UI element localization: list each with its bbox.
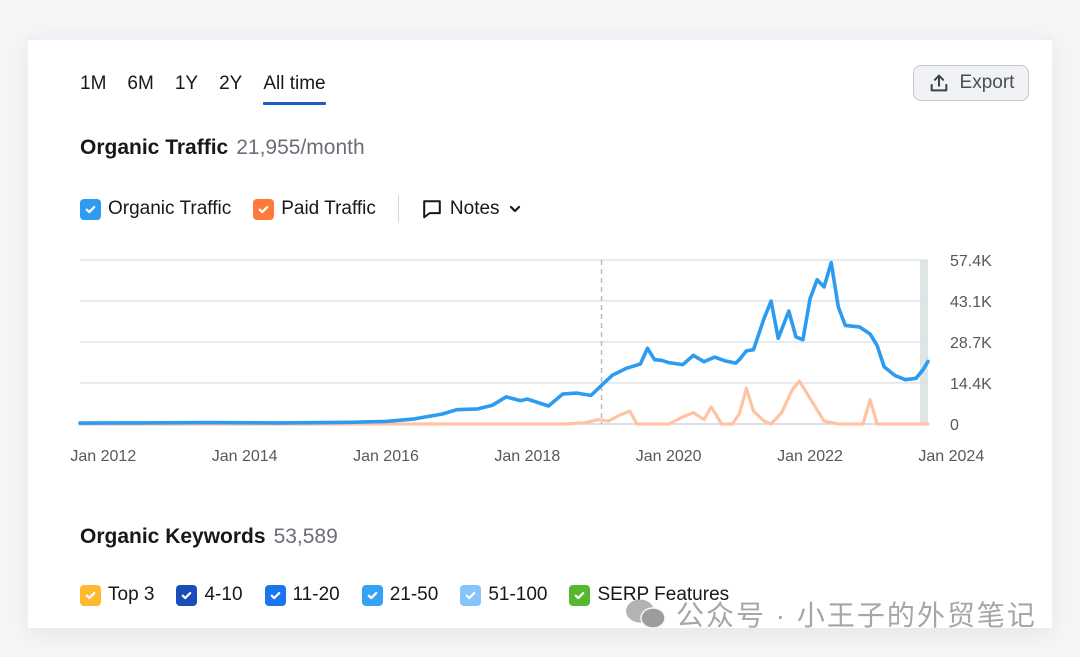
legend-keyword-11-20[interactable]: 11-20 <box>264 584 340 606</box>
comment-icon <box>423 200 441 219</box>
x-tick-label: Jan 2024 <box>918 448 984 465</box>
legend-label: Paid Traffic <box>281 198 376 219</box>
legend-label: 21-50 <box>389 584 439 605</box>
tab-all-time[interactable]: All time <box>263 73 326 105</box>
notes-dropdown[interactable]: Notes <box>421 198 522 220</box>
tab-2y[interactable]: 2Y <box>219 73 242 101</box>
tab-6m[interactable]: 6M <box>127 73 153 101</box>
legend-keyword-51-100[interactable]: 51-100 <box>460 584 547 606</box>
checkbox-checked-icon[interactable] <box>460 584 482 606</box>
traffic-card: 1M 6M 1Y 2Y All time Export Organic Traffic 2… <box>28 35 1052 628</box>
period-tabs: 1M 6M 1Y 2Y All time <box>80 73 347 105</box>
checkbox-checked-icon[interactable] <box>80 198 101 220</box>
organic-keywords-title: Organic Keywords <box>80 525 266 548</box>
y-tick-label: 0 <box>950 417 959 434</box>
tab-1y[interactable]: 1Y <box>175 73 198 101</box>
legend-label: Organic Traffic <box>108 198 232 219</box>
checkbox-checked-icon[interactable] <box>176 584 198 606</box>
series-paid-traffic-line <box>78 379 930 426</box>
checkbox-checked-icon[interactable] <box>80 584 101 606</box>
legend-paid-traffic[interactable]: Paid Traffic <box>253 198 376 220</box>
x-tick-label: Jan 2016 <box>353 448 419 465</box>
organic-traffic-heading: Organic Traffic 21,955/month <box>80 136 365 160</box>
x-tick-label: Jan 2020 <box>636 448 702 465</box>
export-label: Export <box>959 72 1015 93</box>
x-tick-label: Jan 2022 <box>777 448 843 465</box>
organic-keywords-value: 53,589 <box>273 525 338 548</box>
checkbox-checked-icon[interactable] <box>569 584 591 606</box>
notes-label: Notes <box>449 198 500 219</box>
legend-label: 51-100 <box>488 584 548 605</box>
y-tick-label: 14.4K <box>950 376 992 393</box>
x-tick-label: Jan 2012 <box>70 448 136 465</box>
upload-icon <box>930 74 947 92</box>
traffic-legend: Organic Traffic Paid Traffic Notes <box>80 195 522 223</box>
series-organic-traffic-line <box>78 260 930 425</box>
organic-traffic-value: 21,955/month <box>236 136 365 159</box>
legend-label: 11-20 <box>292 584 340 605</box>
watermark-text: 公众号 · 小王子的外贸笔记 <box>676 600 1037 631</box>
y-tick-label: 57.4K <box>950 253 992 270</box>
card-top-bar <box>28 35 1052 40</box>
x-tick-label: Jan 2018 <box>494 448 560 465</box>
watermark: 公众号 · 小王子的外贸笔记 <box>624 594 1037 634</box>
organic-traffic-title: Organic Traffic <box>80 136 229 159</box>
legend-divider <box>397 195 399 223</box>
organic-traffic-chart[interactable]: 0 14.4K 28.7K 43.1K 57.4K Jan 2012 Jan 2014 Jan… <box>28 240 1052 480</box>
checkbox-checked-icon[interactable] <box>361 584 383 606</box>
legend-keyword-21-50[interactable]: 21-50 <box>361 584 439 606</box>
legend-label: Top 3 <box>108 584 155 605</box>
chevron-down-icon <box>509 205 520 213</box>
legend-keyword-4-10[interactable]: 4-10 <box>176 584 243 606</box>
export-button[interactable]: Export <box>913 65 1029 101</box>
tab-1m[interactable]: 1M <box>80 73 106 101</box>
organic-keywords-heading: Organic Keywords 53,589 <box>80 525 338 549</box>
y-tick-label: 28.7K <box>950 335 992 352</box>
legend-label: 4-10 <box>204 584 243 605</box>
legend-organic-traffic[interactable]: Organic Traffic <box>80 198 231 220</box>
x-tick-label: Jan 2014 <box>212 448 278 465</box>
y-tick-label: 43.1K <box>950 294 992 311</box>
wechat-icon <box>626 599 666 629</box>
checkbox-checked-icon[interactable] <box>253 198 275 220</box>
checkbox-checked-icon[interactable] <box>264 584 286 606</box>
legend-keyword-top-3[interactable]: Top 3 <box>80 584 154 606</box>
